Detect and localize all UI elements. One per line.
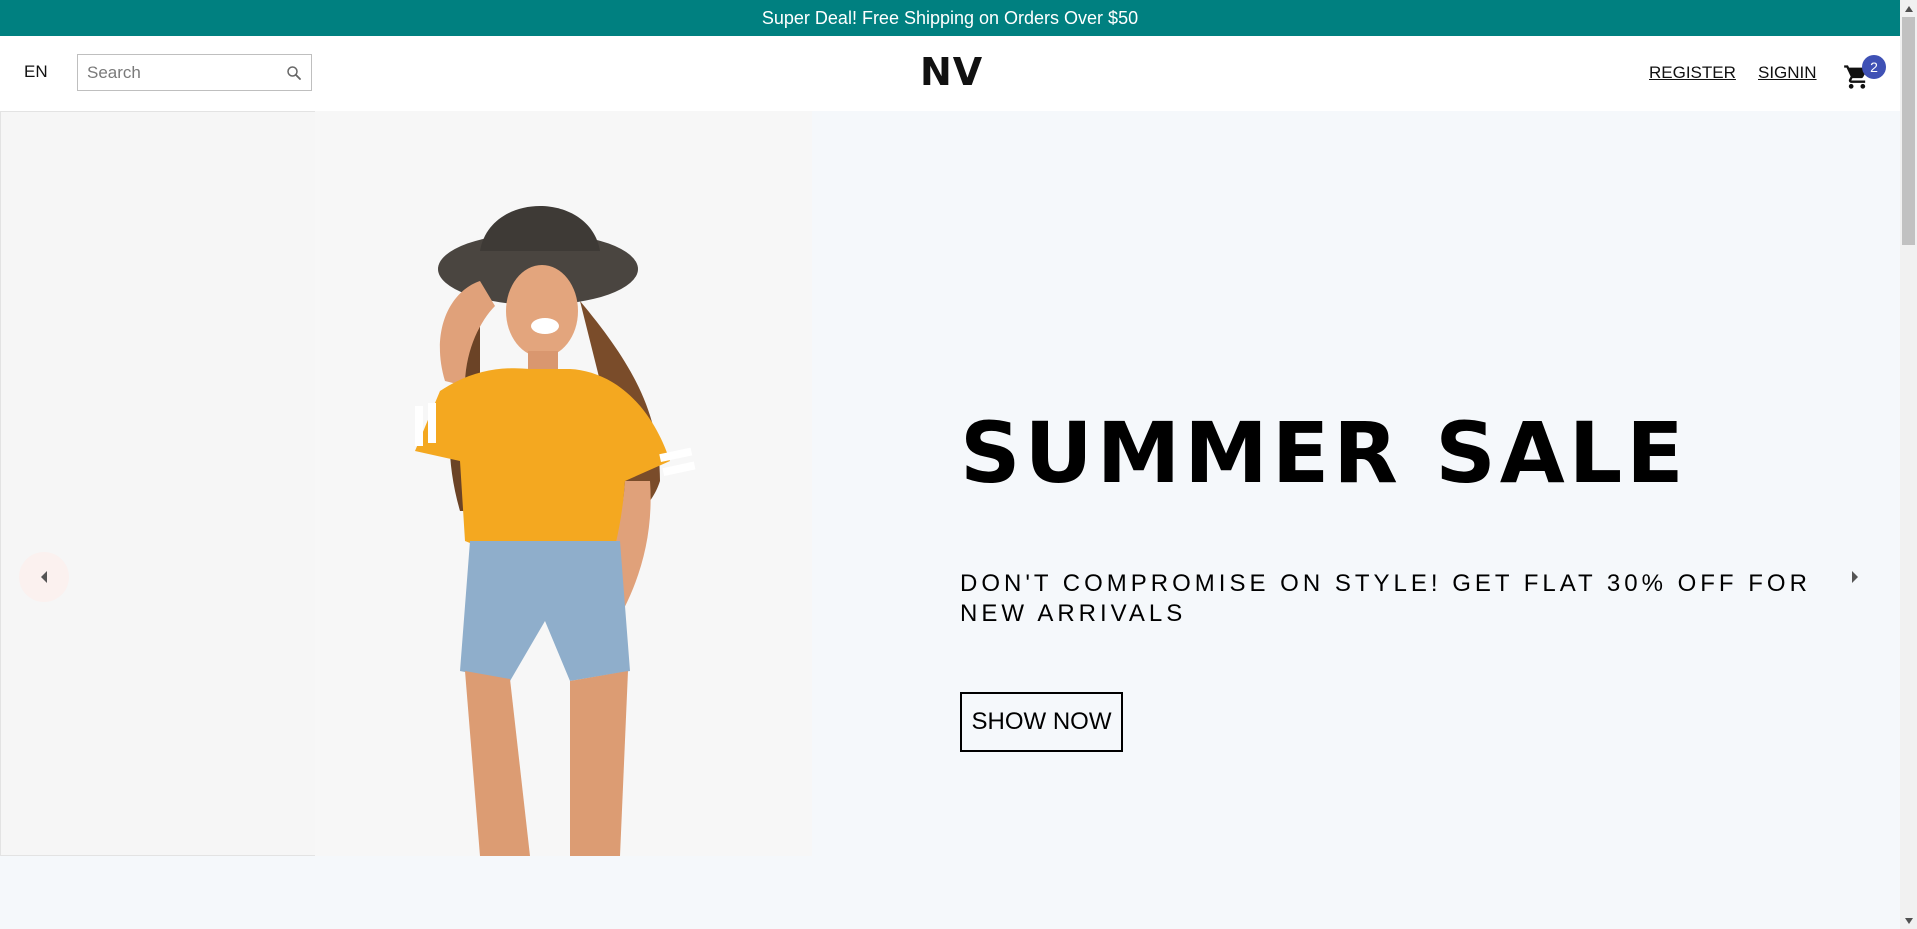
logo[interactable]: NV <box>920 50 982 94</box>
navbar: EN NV REGISTER SIGNIN 2 <box>0 36 1900 111</box>
slide-info: SUMMER SALE DON'T COMPROMISE ON STYLE! G… <box>960 111 1860 856</box>
slide-title: SUMMER SALE <box>960 404 1688 502</box>
cart-count-badge: 2 <box>1862 55 1886 79</box>
scroll-up-button[interactable] <box>1900 0 1917 17</box>
chevron-up-icon <box>1904 5 1913 12</box>
show-now-button[interactable]: SHOW NOW <box>960 692 1123 752</box>
slide-image-frame <box>0 111 315 856</box>
search-input[interactable] <box>87 62 277 83</box>
hero-model-image <box>415 206 696 856</box>
hero-slider: SUMMER SALE DON'T COMPROMISE ON STYLE! G… <box>0 111 1900 856</box>
announcement-bar: Super Deal! Free Shipping on Orders Over… <box>0 0 1900 36</box>
search-container <box>77 54 312 91</box>
slider-next-button[interactable] <box>1830 552 1880 602</box>
slider-prev-button[interactable] <box>19 552 69 602</box>
arrow-right-icon <box>1852 571 1858 583</box>
page-scrollbar[interactable] <box>1900 0 1917 929</box>
chevron-down-icon <box>1904 917 1913 924</box>
arrow-left-icon <box>41 571 47 583</box>
scroll-down-button[interactable] <box>1900 912 1917 929</box>
language-selector[interactable]: EN <box>24 62 48 82</box>
search-icon[interactable] <box>285 64 303 82</box>
cart-button[interactable]: 2 <box>1843 55 1886 95</box>
slide-image-area <box>0 111 812 856</box>
scrollbar-thumb[interactable] <box>1902 17 1915 245</box>
signin-link[interactable]: SIGNIN <box>1758 63 1817 83</box>
slide-description: DON'T COMPROMISE ON STYLE! GET FLAT 30% … <box>960 570 1811 627</box>
register-link[interactable]: REGISTER <box>1649 63 1736 83</box>
announcement-text: Super Deal! Free Shipping on Orders Over… <box>761 7 1139 28</box>
